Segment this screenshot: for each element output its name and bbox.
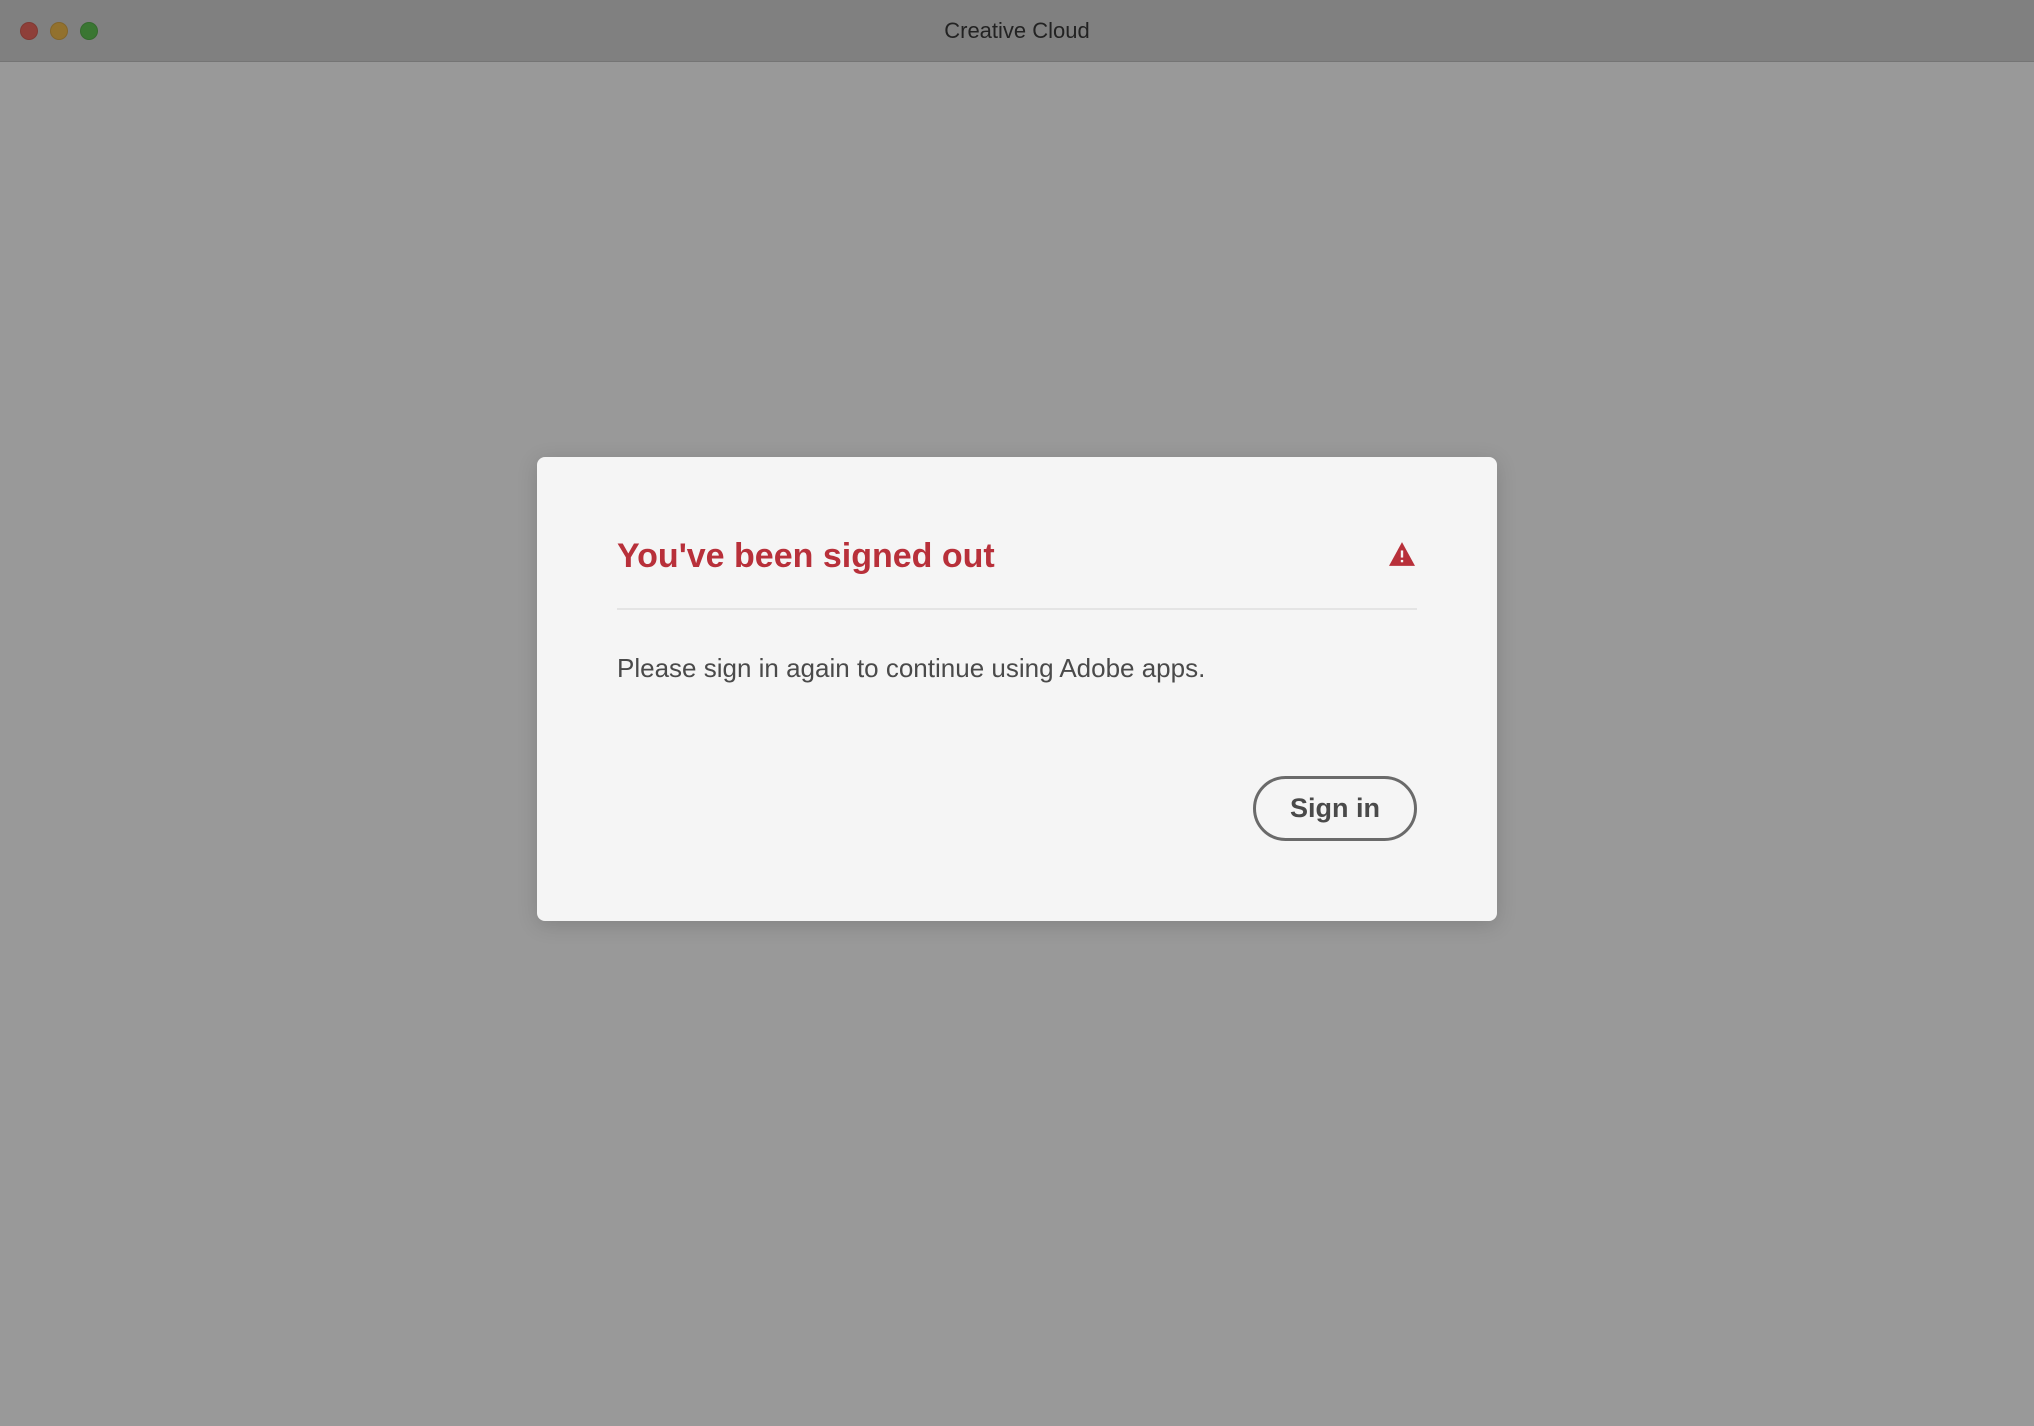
dialog-message: Please sign in again to continue using A… <box>617 610 1417 686</box>
dialog-title: You've been signed out <box>617 537 995 576</box>
warning-triangle-icon <box>1387 541 1417 572</box>
window-titlebar: Creative Cloud <box>0 0 2034 62</box>
signed-out-dialog: You've been signed out Please sign in ag… <box>537 457 1497 921</box>
close-window-button[interactable] <box>20 22 38 40</box>
dialog-footer: Sign in <box>617 686 1417 841</box>
dialog-header: You've been signed out <box>617 537 1417 610</box>
window-controls <box>20 22 98 40</box>
sign-in-button[interactable]: Sign in <box>1253 776 1417 841</box>
maximize-window-button[interactable] <box>80 22 98 40</box>
content-area: You've been signed out Please sign in ag… <box>0 62 2034 1426</box>
minimize-window-button[interactable] <box>50 22 68 40</box>
window-title: Creative Cloud <box>0 18 2034 44</box>
